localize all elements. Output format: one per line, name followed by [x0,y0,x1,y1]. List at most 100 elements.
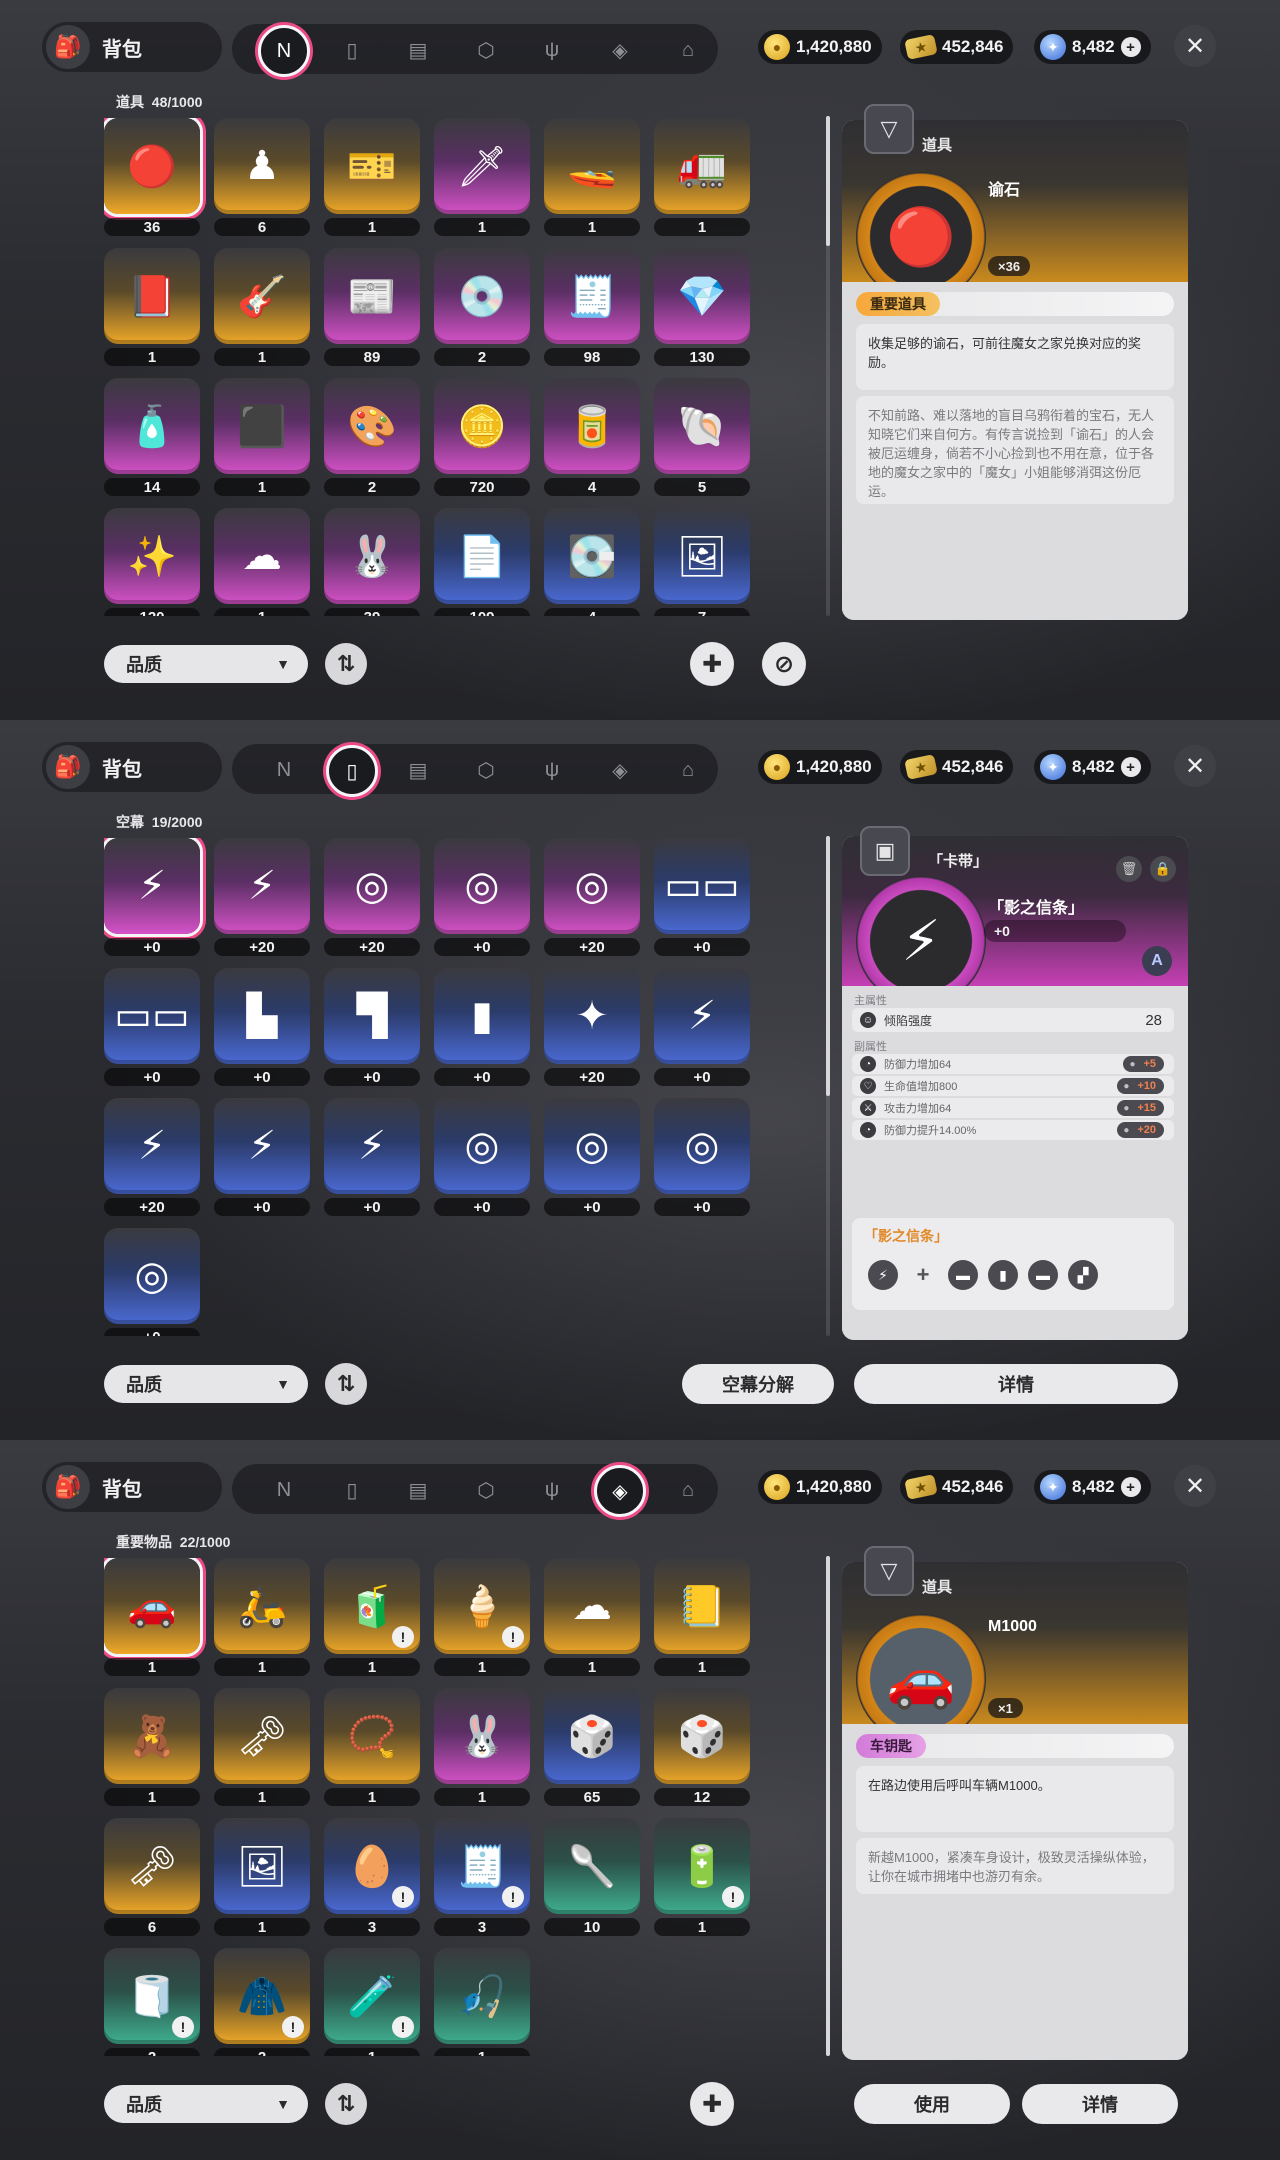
inventory-slot[interactable]: 🐰 1 [434,1688,530,1808]
inventory-slot[interactable]: 🗝 1 [214,1688,310,1808]
inventory-slot[interactable]: 🗝 6 [104,1818,200,1938]
decompose-button[interactable]: 空幕分解 [682,1364,834,1404]
scrollbar[interactable] [826,836,830,1336]
tab-materials[interactable]: ⬡ [466,30,506,70]
close-button[interactable]: ✕ [1174,1465,1216,1507]
inventory-slot[interactable]: 🧻! 2 [104,1948,200,2056]
inventory-slot[interactable]: ◎ +0 [104,1228,200,1336]
plus-cross-button[interactable]: ✚ [690,642,734,686]
inventory-slot[interactable]: ⚡ +20 [104,1098,200,1218]
quality-filter-dropdown[interactable]: 品质 ▼ [104,645,308,683]
close-button[interactable]: ✕ [1174,745,1216,787]
tab-food[interactable]: ψ [532,1470,572,1510]
tab-materials[interactable]: ⬡ [466,1470,506,1510]
tab-documents[interactable]: ▤ [398,750,438,790]
tab-key-items[interactable]: ◈ [600,750,640,790]
inventory-slot[interactable]: 🧥! 2 [214,1948,310,2056]
tab-food[interactable]: ψ [532,750,572,790]
inventory-slot[interactable]: ▭▭ +0 [104,968,200,1088]
add-crystal-icon[interactable]: + [1120,757,1141,777]
inventory-slot[interactable]: 🧾! 3 [434,1818,530,1938]
tab-tapes[interactable]: N [264,750,304,790]
inventory-slot[interactable]: 🥫 4 [544,378,640,498]
tab-home[interactable]: ⌂ [668,750,708,790]
inventory-slot[interactable]: 📄 109 [434,508,530,616]
tab-home[interactable]: ⌂ [668,1470,708,1510]
inventory-slot[interactable]: 🚛 1 [654,118,750,238]
tab-key-items[interactable]: ◈ [594,1465,646,1517]
inventory-slot[interactable]: 🧴 14 [104,378,200,498]
inventory-slot[interactable]: ✨ 120 [104,508,200,616]
inventory-slot[interactable]: 🔋! 1 [654,1818,750,1938]
inventory-slot[interactable]: 📰 89 [324,248,420,368]
tab-cartridges[interactable]: ▯ [326,745,378,797]
inventory-slot[interactable]: 🪙 720 [434,378,530,498]
inventory-slot[interactable]: 🛵 1 [214,1558,310,1678]
inventory-slot[interactable]: 📿 1 [324,1688,420,1808]
inventory-slot[interactable]: ⚡ +0 [654,968,750,1088]
scrollbar-thumb[interactable] [826,116,830,246]
inventory-slot[interactable]: 🧃! 1 [324,1558,420,1678]
inventory-slot[interactable]: 📕 1 [104,248,200,368]
inventory-slot[interactable]: ◎ +0 [544,1098,640,1218]
close-button[interactable]: ✕ [1174,25,1216,67]
add-crystal-icon[interactable]: + [1120,37,1141,57]
inventory-slot[interactable]: 🥚! 3 [324,1818,420,1938]
tab-tapes[interactable]: N [258,25,310,77]
inventory-slot[interactable]: ♟ 6 [214,118,310,238]
crystal-currency[interactable]: ✦ 8,482 + [1034,30,1151,64]
inventory-slot[interactable]: 🖼7 [654,508,750,616]
quality-filter-dropdown[interactable]: 品质 ▼ [104,2085,308,2123]
details-button[interactable]: 详情 [854,1364,1178,1404]
hide-button[interactable]: ⊘ [762,642,806,686]
inventory-slot[interactable]: ◎ +0 [654,1098,750,1218]
inventory-slot[interactable]: ◎ +0 [434,1098,530,1218]
inventory-slot[interactable]: ◎ +20 [544,838,640,958]
lock-icon[interactable]: 🔒 [1150,856,1176,882]
inventory-slot[interactable]: 🐚 5 [654,378,750,498]
inventory-slot[interactable]: 🗡 1 [434,118,530,238]
scrollbar[interactable] [826,1556,830,2056]
inventory-slot[interactable]: 🚗 1 [104,1558,200,1678]
inventory-slot[interactable]: ▜ +0 [324,968,420,1088]
inventory-slot[interactable]: 💎 130 [654,248,750,368]
sort-button[interactable]: ⇅ [325,643,367,685]
inventory-slot[interactable]: ▮ +0 [434,968,530,1088]
inventory-slot[interactable]: ⬛ 1 [214,378,310,498]
inventory-slot[interactable]: 🎲 12 [654,1688,750,1808]
quality-filter-dropdown[interactable]: 品质 ▼ [104,1365,308,1403]
inventory-slot[interactable]: ◎ +20 [324,838,420,958]
inventory-slot[interactable]: 🎣1 [434,1948,530,2056]
tab-key-items[interactable]: ◈ [600,30,640,70]
inventory-slot[interactable]: ⚡ +0 [324,1098,420,1218]
inventory-slot[interactable]: 💿 2 [434,248,530,368]
inventory-slot[interactable]: 🎫 1 [324,118,420,238]
inventory-slot[interactable]: ⚡ +20 [214,838,310,958]
tab-food[interactable]: ψ [532,30,572,70]
inventory-slot[interactable]: 🥄 10 [544,1818,640,1938]
inventory-slot[interactable]: ⚡ +0 [104,838,200,958]
use-button[interactable]: 使用 [854,2084,1010,2124]
inventory-slot[interactable]: 💽4 [544,508,640,616]
inventory-slot[interactable]: ☁1 [544,1558,640,1678]
inventory-slot[interactable]: ◎ +0 [434,838,530,958]
tab-documents[interactable]: ▤ [398,1470,438,1510]
scrollbar-thumb[interactable] [826,1556,830,2056]
scrollbar[interactable] [826,116,830,616]
sort-button[interactable]: ⇅ [325,2083,367,2125]
inventory-slot[interactable]: 🎨 2 [324,378,420,498]
inventory-slot[interactable]: 🧪! 1 [324,1948,420,2056]
tab-cartridges[interactable]: ▯ [332,1470,372,1510]
crystal-currency[interactable]: ✦ 8,482 + [1034,1470,1151,1504]
tab-home[interactable]: ⌂ [668,30,708,70]
inventory-slot[interactable]: 🧸 1 [104,1688,200,1808]
plus-cross-button[interactable]: ✚ [690,2082,734,2126]
inventory-slot[interactable]: ⚡ +0 [214,1098,310,1218]
inventory-slot[interactable]: 📒 1 [654,1558,750,1678]
inventory-slot[interactable]: 🐰 39 [324,508,420,616]
inventory-slot[interactable]: 🔴 36 [104,118,200,238]
details-button[interactable]: 详情 [1022,2084,1178,2124]
tab-documents[interactable]: ▤ [398,30,438,70]
inventory-slot[interactable]: ▙ +0 [214,968,310,1088]
inventory-slot[interactable]: ✦ +20 [544,968,640,1088]
